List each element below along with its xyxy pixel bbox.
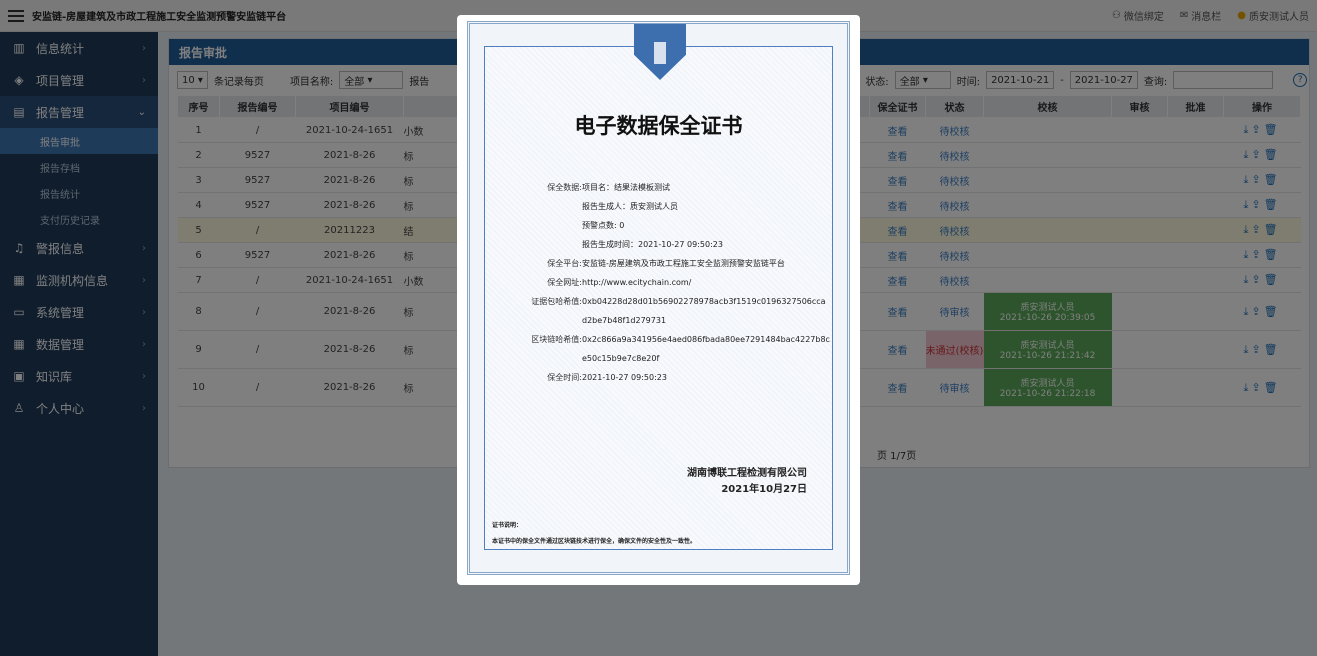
certificate-field: 区块链哈希值: 0x2c866a9a341956e4aed086fbada80ee… — [531, 335, 830, 363]
certificate-field: 保全网址: http://www.ecitychain.com/ — [547, 278, 692, 287]
certificate-field: 保全数据: 项目名：结果法模板测试 — [547, 183, 670, 192]
certificate-issuer: 湖南博联工程检测有限公司 2021年10月27日 — [687, 468, 807, 495]
certificate-title: 电子数据保全证书 — [574, 114, 743, 138]
app: 安监链-房屋建筑及市政工程施工安全监测预警安监链平台 ⚇微信绑定 ✉消息栏 ●质… — [0, 0, 1317, 656]
certificate-field: 证据包哈希值: 0xb04228d28d01b56902278978acb3f15… — [531, 297, 826, 325]
certificate-modal: 电子数据保全证书 保全数据: 项目名：结果法模板测试报告生成人：质安测试人员 预警点… — [457, 15, 860, 585]
certificate-body: 保全数据: 项目名：结果法模板测试报告生成人：质安测试人员 预警点数: 0 报告生成时… — [510, 178, 830, 387]
certificate-field: 报告生成时间：2021-10-27 09:50:23 — [582, 240, 723, 249]
certificate-field: 报告生成人：质安测试人员 — [582, 202, 678, 211]
certificate: 电子数据保全证书 保全数据: 项目名：结果法模板测试报告生成人：质安测试人员 预警点… — [467, 21, 850, 575]
certificate-note: 证书说明： 本证书中的保全文件通过区块链技术进行保全，确保文件的安全性及一致性。 — [492, 522, 697, 545]
certificate-field: 保全平台: 安监链-房屋建筑及市政工程施工安全监测预警安监链平台 — [547, 259, 785, 268]
certificate-field: 预警点数: 0 — [582, 221, 625, 230]
certificate-field: 保全时间: 2021-10-27 09:50:23 — [547, 373, 667, 382]
